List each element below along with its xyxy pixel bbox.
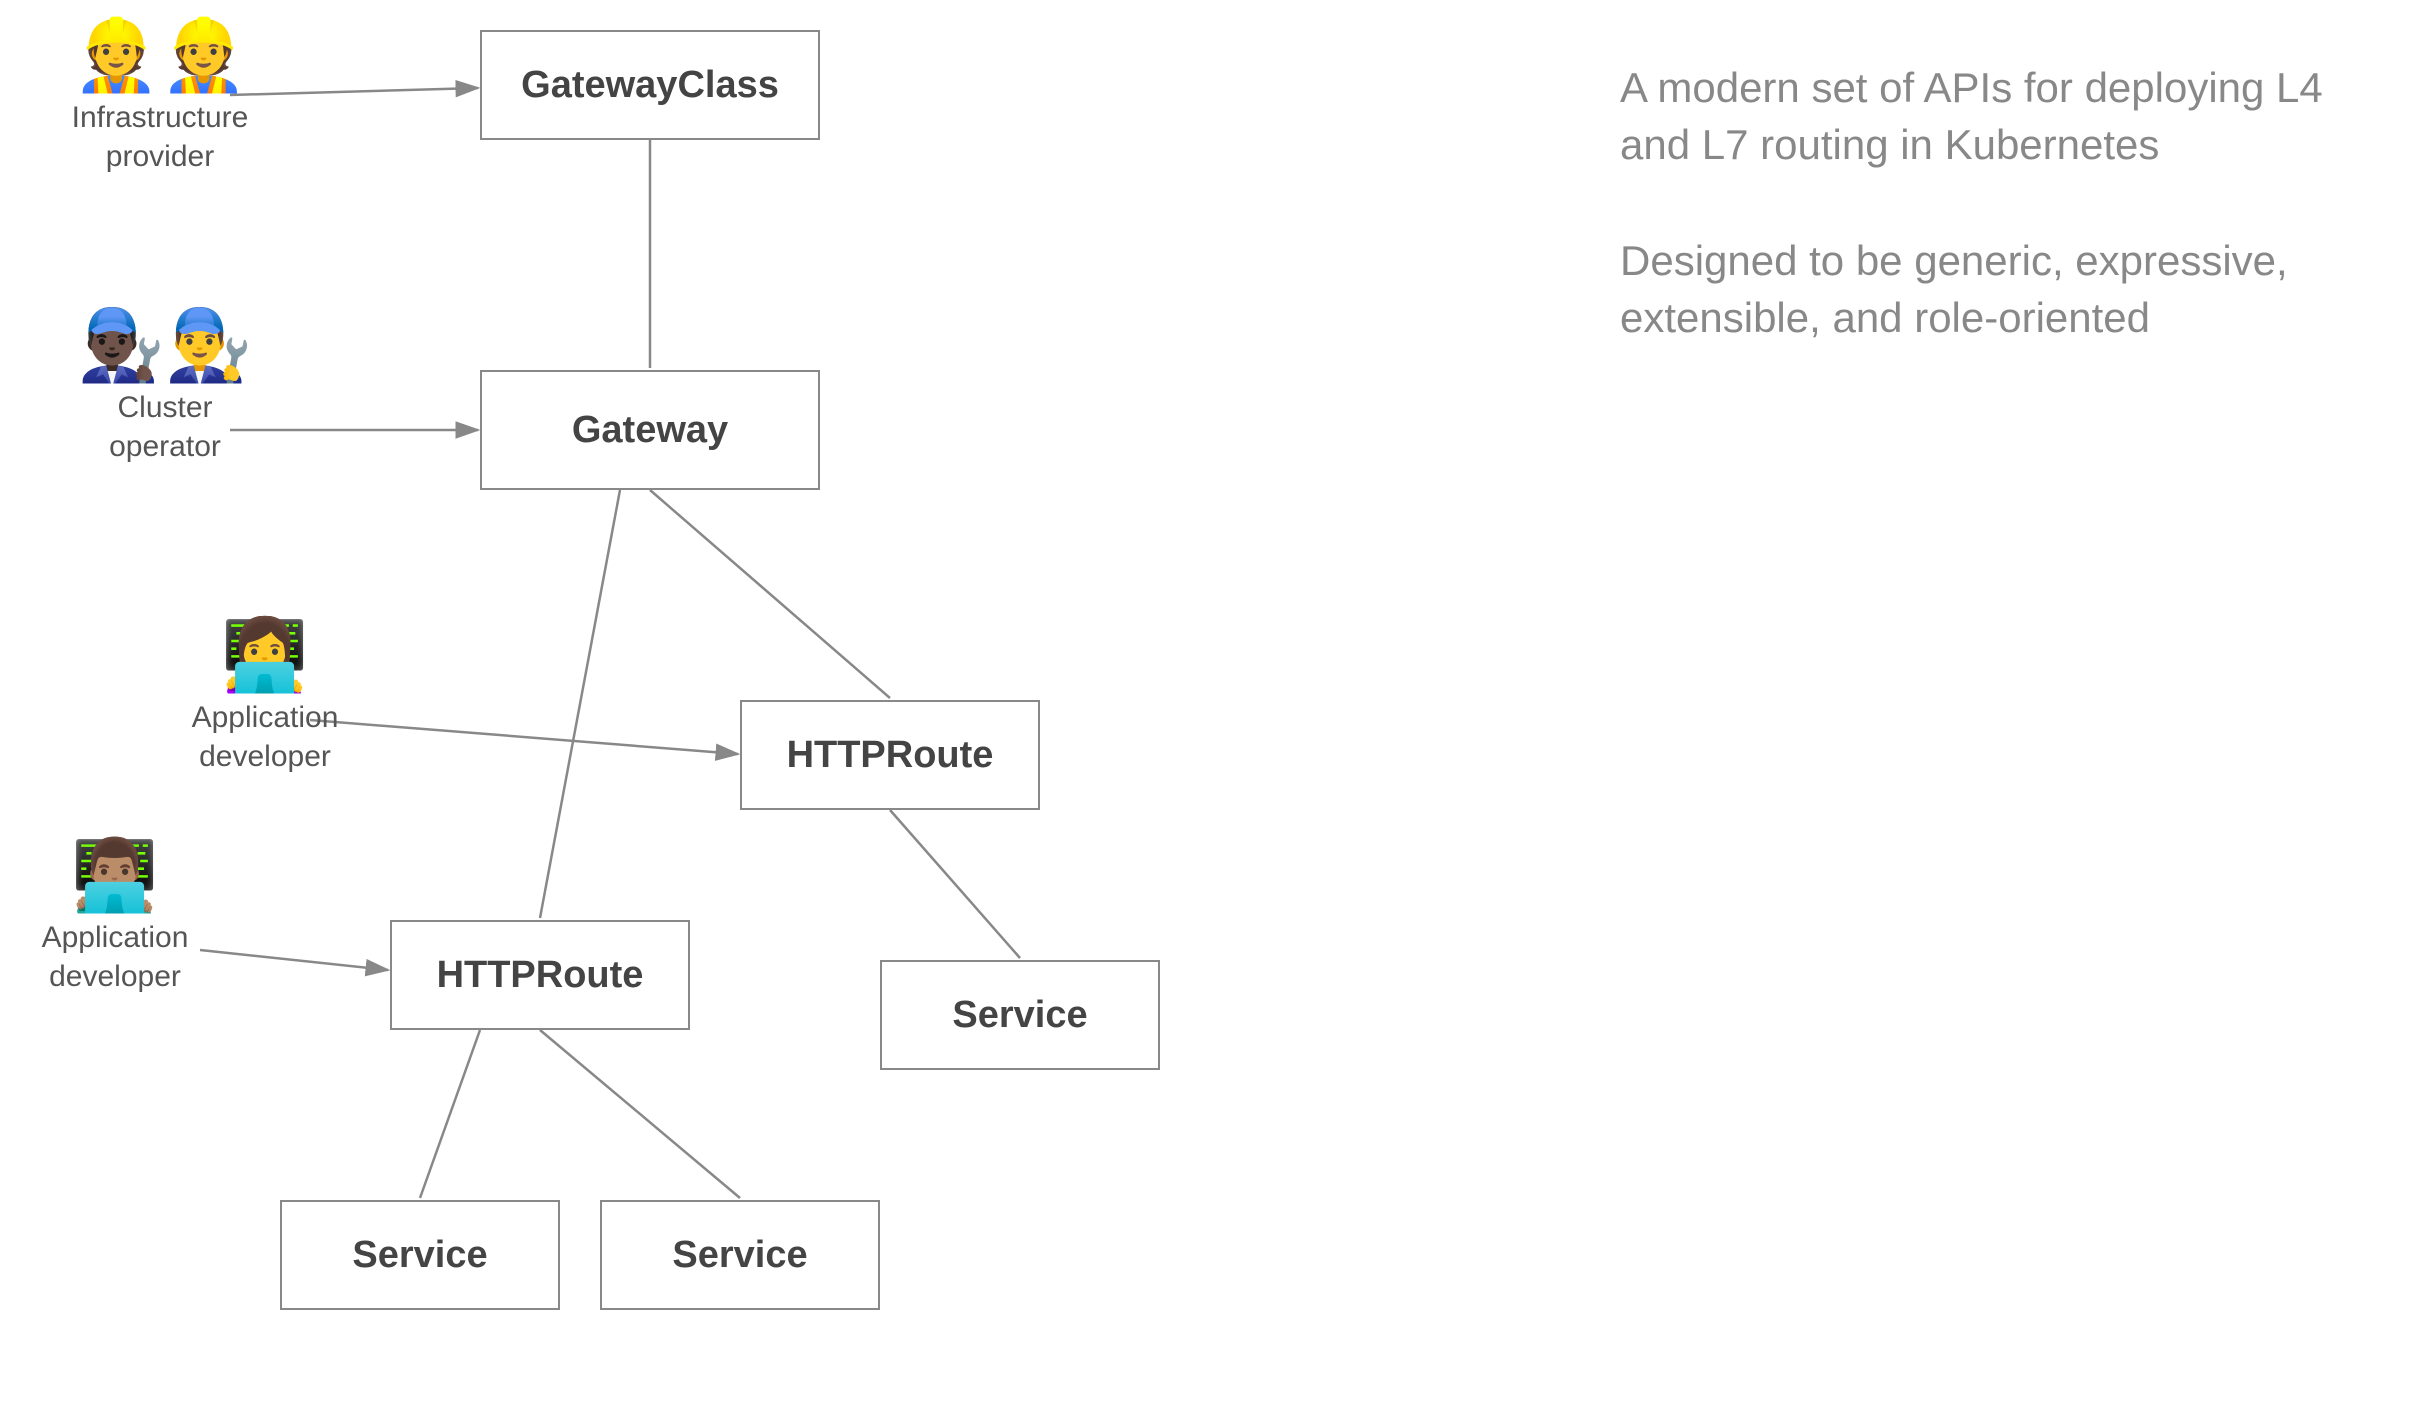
info-area: A modern set of APIs for deploying L4 an…: [1620, 60, 2370, 407]
httproute-top-box: HTTPRoute: [740, 700, 1040, 810]
appdev2-label: Application developer: [20, 918, 210, 996]
cluster-label: Cluster operator: [60, 388, 270, 466]
appdev1-label: Application developer: [170, 698, 360, 776]
diagram-area: GatewayClass Gateway HTTPRoute HTTPRoute…: [0, 0, 1600, 1418]
gateway-label: Gateway: [572, 409, 728, 452]
gatewayclass-label: GatewayClass: [521, 64, 779, 107]
service-right-box: Service: [880, 960, 1160, 1070]
service-left-label: Service: [352, 1234, 487, 1277]
appdev1-emoji: 👩‍💻: [221, 620, 308, 690]
infra-label: Infrastructure provider: [60, 98, 260, 176]
appdev2-person: 👨🏽‍💻 Application developer: [20, 840, 210, 996]
httproute-top-label: HTTPRoute: [787, 734, 994, 777]
cluster-operator-person: 👨🏿‍🔧👨‍🔧 Cluster operator: [60, 310, 270, 466]
service-right-label: Service: [952, 994, 1087, 1037]
appdev2-emoji: 👨🏽‍💻: [71, 840, 158, 910]
service-center-label: Service: [672, 1234, 807, 1277]
httproute-bottom-box: HTTPRoute: [390, 920, 690, 1030]
appdev1-person: 👩‍💻 Application developer: [170, 620, 360, 776]
info-text-2: Designed to be generic, expressive, exte…: [1620, 233, 2370, 346]
cluster-emoji: 👨🏿‍🔧👨‍🔧: [78, 310, 252, 380]
gatewayclass-box: GatewayClass: [480, 30, 820, 140]
gateway-box: Gateway: [480, 370, 820, 490]
service-center-box: Service: [600, 1200, 880, 1310]
service-left-box: Service: [280, 1200, 560, 1310]
infra-provider-person: 👷👷 Infrastructure provider: [60, 20, 260, 176]
infra-emoji: 👷👷: [73, 20, 247, 90]
httproute-bottom-label: HTTPRoute: [437, 954, 644, 997]
info-text-1: A modern set of APIs for deploying L4 an…: [1620, 60, 2370, 173]
